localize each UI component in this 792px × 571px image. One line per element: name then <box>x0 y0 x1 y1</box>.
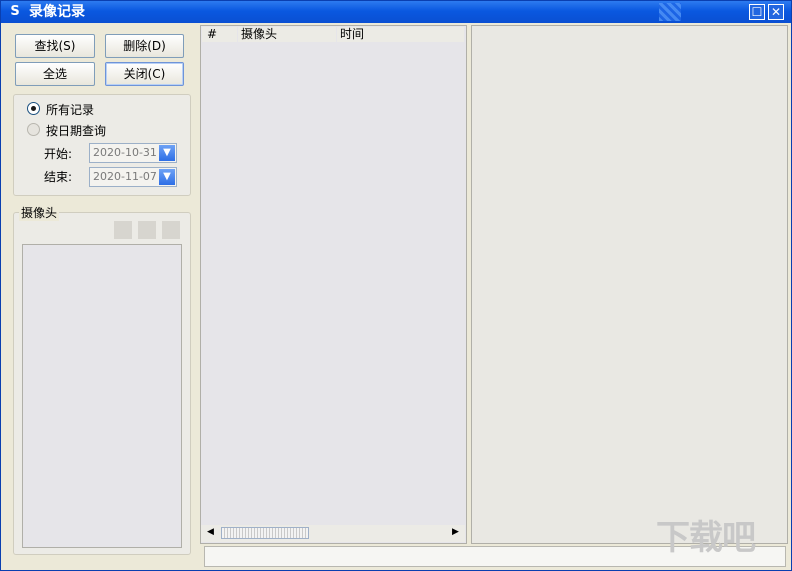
scroll-left-icon[interactable]: ◀ <box>207 527 214 537</box>
start-date-picker[interactable]: 2020-10-31 ▼ <box>89 143 177 163</box>
scrollbar-thumb[interactable] <box>221 527 309 539</box>
scroll-right-icon[interactable]: ▶ <box>452 527 459 537</box>
end-date-picker[interactable]: 2020-11-07 ▼ <box>89 167 177 187</box>
record-list[interactable]: # 摄像头 时间 <box>200 25 467 544</box>
video-preview-panel <box>471 25 788 544</box>
end-date-value: 2020-11-07 <box>93 170 157 183</box>
column-header-time[interactable]: 时间 <box>337 27 464 42</box>
titlebar-decoration <box>659 3 681 21</box>
all-records-radio[interactable] <box>27 102 40 115</box>
close-window-button[interactable]: ✕ <box>768 4 784 20</box>
by-date-radio[interactable] <box>27 123 40 136</box>
window-title: 录像记录 <box>29 4 85 20</box>
end-date-label: 结束: <box>44 170 73 184</box>
camera-group-title: 摄像头 <box>19 204 60 221</box>
camera-tool-button-3[interactable] <box>162 221 180 239</box>
column-header-camera[interactable]: 摄像头 <box>238 27 336 42</box>
app-icon: S <box>10 4 20 19</box>
chevron-down-icon[interactable]: ▼ <box>159 145 175 161</box>
delete-button[interactable]: 删除(D) <box>105 34 184 58</box>
close-button[interactable]: 关闭(C) <box>105 62 184 86</box>
camera-tool-button-2[interactable] <box>138 221 156 239</box>
maximize-button[interactable]: ☐ <box>749 4 765 20</box>
chevron-down-icon[interactable]: ▼ <box>159 169 175 185</box>
all-records-label[interactable]: 所有记录 <box>46 101 94 118</box>
column-header-index[interactable]: # <box>202 27 237 42</box>
start-date-value: 2020-10-31 <box>93 146 157 159</box>
title-bar[interactable]: S 录像记录 ☐ ✕ <box>1 1 791 23</box>
start-date-label: 开始: <box>44 147 73 161</box>
recording-records-window: S 录像记录 ☐ ✕ 查找(S) 删除(D) 全选 关闭(C) 所有记录 按日期… <box>0 0 792 571</box>
camera-list[interactable] <box>22 244 182 548</box>
select-all-button[interactable]: 全选 <box>15 62 95 86</box>
watermark: 下载吧 <box>656 518 756 558</box>
by-date-label[interactable]: 按日期查询 <box>46 122 106 139</box>
horizontal-scrollbar[interactable]: ◀ ▶ <box>201 525 465 542</box>
search-button[interactable]: 查找(S) <box>15 34 95 58</box>
camera-tool-button-1[interactable] <box>114 221 132 239</box>
